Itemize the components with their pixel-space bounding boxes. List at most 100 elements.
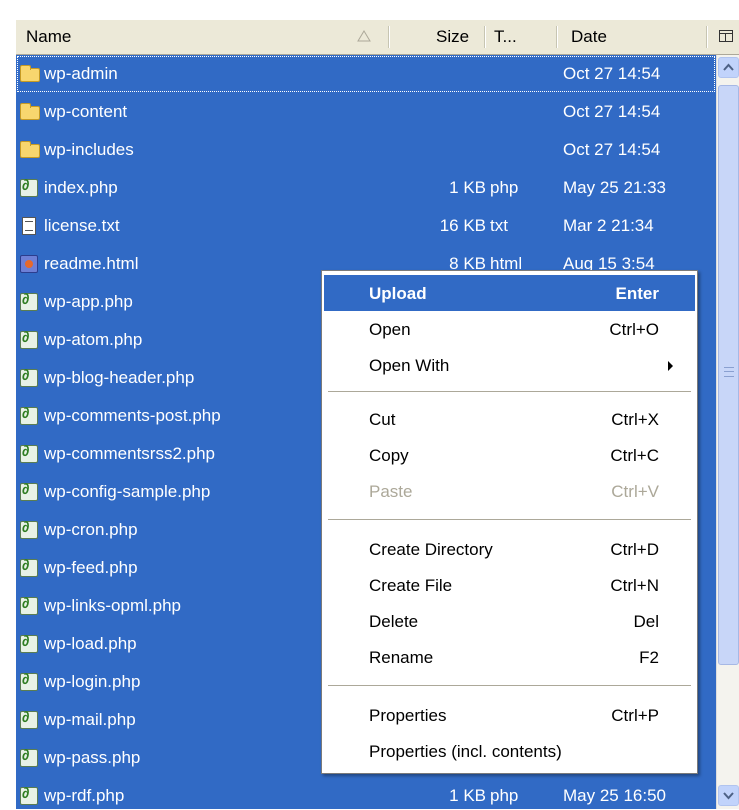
file-size: 1 KB	[449, 178, 486, 197]
file-name: readme.html	[44, 254, 139, 273]
menu-item-label: Paste	[369, 482, 413, 501]
file-name: wp-atom.php	[44, 330, 143, 349]
php-file-icon	[20, 747, 38, 767]
file-name: wp-content	[44, 102, 128, 121]
php-file-icon	[20, 633, 38, 653]
chevron-down-icon	[723, 792, 734, 800]
menu-item-copy[interactable]: Copy Ctrl+C	[324, 437, 695, 473]
file-date: Oct 27 14:54	[563, 64, 661, 83]
column-chooser-icon[interactable]	[719, 30, 733, 42]
file-date: May 25 16:50	[563, 786, 667, 805]
file-type: php	[490, 178, 519, 197]
menu-item-shortcut: Ctrl+D	[610, 540, 659, 559]
file-name: wp-blog-header.php	[44, 368, 195, 387]
folder-icon	[20, 103, 40, 120]
menu-item-label: Upload	[369, 284, 427, 303]
file-name: wp-comments-post.php	[44, 406, 221, 425]
chevron-up-icon	[723, 63, 734, 71]
php-file-icon	[20, 291, 38, 311]
scroll-up-button[interactable]	[718, 57, 739, 78]
column-separator[interactable]	[706, 26, 708, 48]
file-name: wp-mail.php	[44, 710, 136, 729]
menu-item-label: Create Directory	[369, 540, 493, 559]
menu-item-shortcut: Ctrl+P	[611, 706, 659, 725]
file-name: wp-includes	[44, 140, 134, 159]
file-name: wp-load.php	[44, 634, 137, 653]
list-item[interactable]: wp-includes Oct 27 14:54	[16, 131, 716, 169]
date-column-header[interactable]: Date	[571, 20, 607, 54]
scroll-down-button[interactable]	[718, 785, 739, 806]
type-column-header[interactable]: T...	[494, 20, 517, 54]
menu-separator	[328, 519, 691, 520]
menu-item-properties-incl-contents[interactable]: Properties (incl. contents)	[324, 733, 695, 769]
menu-item-create-file[interactable]: Create File Ctrl+N	[324, 567, 695, 603]
column-separator[interactable]	[388, 26, 390, 48]
menu-item-label: Open	[369, 320, 411, 339]
menu-item-label: Cut	[369, 410, 396, 429]
menu-item-label: Properties (incl. contents)	[369, 742, 562, 761]
column-separator[interactable]	[556, 26, 558, 48]
menu-item-label: Create File	[369, 576, 453, 595]
list-item[interactable]: wp-content Oct 27 14:54	[16, 93, 716, 131]
file-name: wp-rdf.php	[44, 786, 125, 805]
menu-item-label: Copy	[369, 446, 409, 465]
list-item[interactable]: wp-admin Oct 27 14:54	[16, 55, 716, 93]
menu-item-cut[interactable]: Cut Ctrl+X	[324, 401, 695, 437]
grip-icon	[724, 367, 734, 377]
file-name: wp-feed.php	[44, 558, 138, 577]
php-file-icon	[20, 595, 38, 615]
menu-item-shortcut: Ctrl+N	[610, 576, 659, 595]
menu-item-paste: Paste Ctrl+V	[324, 473, 695, 509]
menu-item-label: Properties	[369, 706, 447, 725]
file-name: wp-pass.php	[44, 748, 141, 767]
file-type: php	[490, 786, 519, 805]
name-column-header[interactable]: Name	[26, 20, 71, 54]
menu-separator	[328, 391, 691, 392]
file-name: wp-links-opml.php	[44, 596, 181, 615]
file-name: wp-admin	[44, 64, 118, 83]
scrollbar-thumb[interactable]	[718, 85, 739, 665]
file-size: 16 KB	[439, 216, 486, 235]
folder-icon	[20, 65, 40, 82]
menu-item-label: Delete	[369, 612, 419, 631]
column-header: Name Size T... Date	[16, 20, 739, 55]
menu-item-delete[interactable]: Delete Del	[324, 603, 695, 639]
menu-item-rename[interactable]: Rename F2	[324, 639, 695, 675]
file-name: index.php	[44, 178, 118, 197]
php-file-icon	[20, 367, 38, 387]
menu-item-shortcut: Ctrl+V	[611, 482, 659, 501]
folder-icon	[20, 141, 40, 158]
menu-item-shortcut: F2	[639, 648, 659, 667]
file-name: wp-login.php	[44, 672, 141, 691]
vertical-scrollbar[interactable]	[716, 55, 739, 809]
menu-item-shortcut: Ctrl+X	[611, 410, 659, 429]
list-item[interactable]: license.txt 16 KB txt Mar 2 21:34	[16, 207, 716, 245]
menu-item-upload[interactable]: Upload Enter	[324, 275, 695, 311]
file-name: wp-cron.php	[44, 520, 138, 539]
text-file-icon	[22, 217, 36, 235]
list-item[interactable]: wp-rdf.php 1 KB php May 25 16:50	[16, 777, 716, 809]
size-column-header[interactable]: Size	[436, 20, 469, 54]
php-file-icon	[20, 177, 38, 197]
menu-item-label: Rename	[369, 648, 434, 667]
context-menu: Upload Enter Open Ctrl+O Open With Cut C…	[321, 270, 698, 774]
file-date: May 25 21:33	[563, 178, 667, 197]
submenu-arrow-icon	[668, 361, 673, 371]
html-file-icon	[20, 255, 38, 273]
list-item[interactable]: index.php 1 KB php May 25 21:33	[16, 169, 716, 207]
menu-item-properties[interactable]: Properties Ctrl+P	[324, 697, 695, 733]
menu-item-create-directory[interactable]: Create Directory Ctrl+D	[324, 531, 695, 567]
menu-item-open[interactable]: Open Ctrl+O	[324, 311, 695, 347]
file-name: wp-app.php	[44, 292, 133, 311]
php-file-icon	[20, 557, 38, 577]
php-file-icon	[20, 329, 38, 349]
php-file-icon	[20, 785, 38, 805]
menu-item-open-with[interactable]: Open With	[324, 347, 695, 383]
php-file-icon	[20, 709, 38, 729]
php-file-icon	[20, 671, 38, 691]
file-type: txt	[490, 216, 508, 235]
php-file-icon	[20, 481, 38, 501]
column-separator[interactable]	[484, 26, 486, 48]
file-name: wp-config-sample.php	[44, 482, 211, 501]
php-file-icon	[20, 405, 38, 425]
